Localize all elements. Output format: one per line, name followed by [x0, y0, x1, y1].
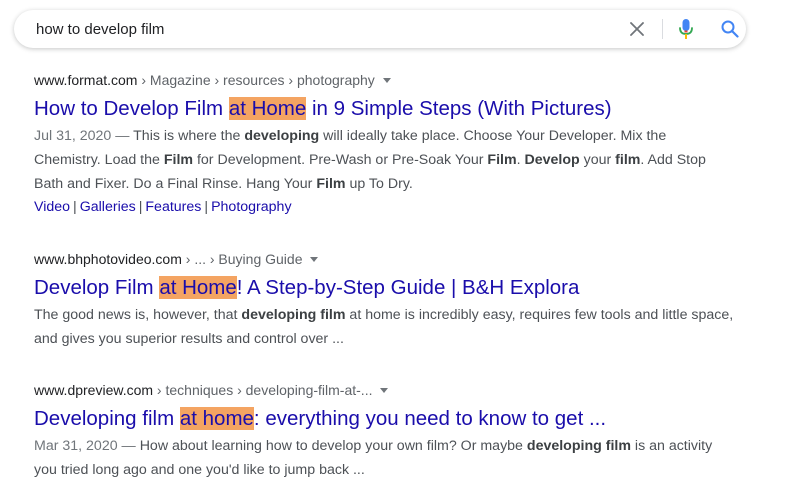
snippet-body: The good news is, however, that developi…: [34, 307, 733, 347]
result-title-link[interactable]: How to Develop Film at Home in 9 Simple …: [34, 96, 734, 122]
result-citation[interactable]: www.format.com › Magazine › resources › …: [34, 70, 734, 90]
result-snippet: Mar 31, 2020 — How about learning how to…: [34, 434, 734, 482]
result-citation[interactable]: www.dpreview.com › techniques › developi…: [34, 380, 734, 400]
result-domain: www.dpreview.com: [34, 382, 154, 398]
snippet-emphasis: Develop: [524, 152, 580, 168]
sitelink-separator: |: [73, 199, 77, 215]
snippet-emphasis: Film: [163, 152, 194, 168]
snippet-emphasis: developing: [244, 128, 320, 144]
clear-button[interactable]: [626, 18, 648, 40]
snippet-body: This is where the developing will ideall…: [34, 128, 706, 192]
result-snippet: Jul 31, 2020 — This is where the develop…: [34, 124, 734, 196]
result-domain: www.bhphotovideo.com: [34, 251, 182, 267]
snippet-text: The good news is, however, that: [34, 307, 242, 323]
search-input[interactable]: [36, 19, 596, 39]
search-icon: [721, 20, 739, 38]
microphone-icon: [679, 19, 693, 39]
date-separator: —: [117, 438, 140, 454]
snippet-emphasis: developing film: [241, 307, 346, 323]
sitelink-separator: |: [138, 199, 143, 215]
title-text: ! A Step-by-Step Guide | B&H Explora: [236, 276, 580, 299]
result-date: Mar 31, 2020: [34, 438, 118, 454]
result-snippet: The good news is, however, that developi…: [34, 303, 734, 351]
sitelink-video[interactable]: Video: [34, 199, 70, 215]
result-menu-arrow-icon[interactable]: [380, 387, 389, 393]
title-text: Developing film: [34, 407, 180, 430]
snippet-text: your: [579, 152, 616, 168]
result-title-link[interactable]: Developing film at home: everything you …: [34, 406, 734, 432]
search-result: www.dpreview.com › techniques › developi…: [34, 380, 734, 482]
snippet-text: up To Dry.: [345, 176, 413, 192]
result-path: › techniques › developing-film-at-...: [153, 382, 373, 398]
title-text: in 9 Simple Steps (With Pictures): [306, 97, 612, 120]
snippet-text: This is where the: [133, 128, 245, 144]
snippet-emphasis: film: [615, 152, 641, 168]
result-path: › Magazine › resources › photography: [137, 72, 375, 88]
search-bar: [14, 10, 746, 48]
sitelink-features[interactable]: Features: [145, 199, 201, 215]
result-title-link[interactable]: Develop Film at Home! A Step-by-Step Gui…: [34, 275, 734, 301]
date-separator: —: [111, 128, 134, 144]
sitelink-photography[interactable]: Photography: [211, 199, 291, 215]
result-menu-arrow-icon[interactable]: [382, 77, 391, 83]
sitelink-separator: |: [204, 199, 209, 215]
result-citation[interactable]: www.bhphotovideo.com › ... › Buying Guid…: [34, 249, 734, 269]
sitelink-galleries[interactable]: Galleries: [80, 199, 136, 215]
snippet-text: How about learning how to develop your o…: [139, 438, 527, 454]
title-text: How to Develop Film: [34, 97, 229, 120]
result-date: Jul 31, 2020: [34, 128, 112, 144]
snippet-emphasis: Film: [487, 152, 517, 168]
snippet-emphasis: developing film: [526, 438, 631, 454]
title-highlight: at Home: [228, 97, 307, 120]
close-icon: [630, 22, 644, 36]
search-result: www.format.com › Magazine › resources › …: [34, 70, 734, 218]
result-path: › ... › Buying Guide: [181, 251, 303, 267]
sitelinks: Video | Galleries | Features | Photography: [34, 196, 734, 218]
title-highlight: at home: [179, 407, 254, 430]
result-domain: www.format.com: [34, 72, 138, 88]
title-text: : everything you need to know to get ...: [253, 407, 607, 430]
search-result: www.bhphotovideo.com › ... › Buying Guid…: [34, 249, 734, 351]
search-button[interactable]: [718, 17, 742, 41]
divider: [662, 19, 663, 39]
snippet-text: for Development. Pre-Wash or Pre-Soak Yo…: [193, 152, 488, 168]
snippet-emphasis: Film: [316, 176, 346, 192]
voice-search-button[interactable]: [674, 17, 698, 41]
title-highlight: at Home: [159, 276, 237, 299]
title-text: Develop Film: [34, 276, 160, 299]
result-menu-arrow-icon[interactable]: [310, 256, 319, 262]
